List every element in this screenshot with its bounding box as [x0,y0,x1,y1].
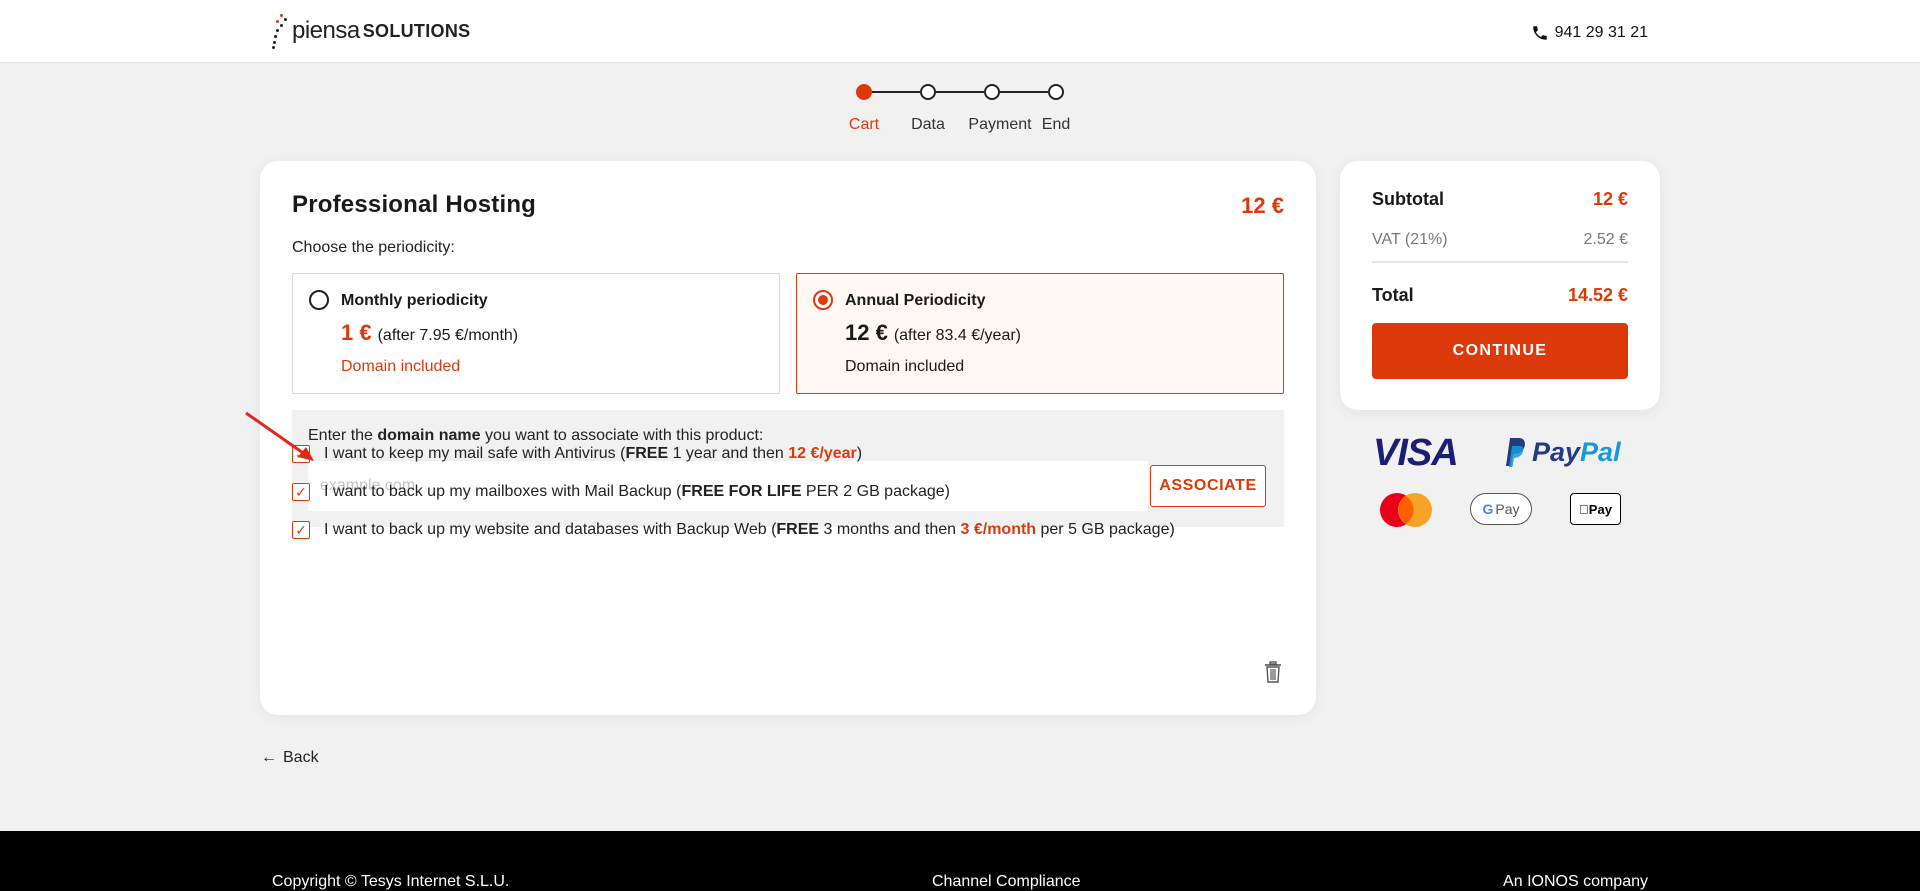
applepay-text: Pay [1583,501,1612,517]
step-connector [1000,91,1048,93]
associate-button[interactable]: ASSOCIATE [1150,465,1266,507]
addon-mail-backup-text: I want to back up my mailboxes with Mail… [324,483,950,500]
step-end-label: End [1041,116,1071,133]
step-data-label: Data [911,116,945,133]
step-data-dot [920,84,936,100]
addon-antivirus-text: I want to keep my mail safe with Antivir… [324,445,863,462]
total-label: Total [1372,285,1414,305]
addon-mail-backup[interactable]: ✓ I want to back up my mailboxes with Ma… [292,481,950,503]
monthly-radio[interactable] [309,290,329,310]
monthly-name: Monthly periodicity [341,292,488,309]
vat-row: VAT (21%) 2.52 € [1372,231,1628,249]
subtotal-row: Subtotal 12 € [1372,189,1628,210]
logo-text-light: piensa [292,17,360,44]
gpay-text: Pay [1495,501,1520,517]
annual-price-value: 12 € [845,320,888,345]
paypal-icon [1506,438,1525,467]
periodicity-label: Choose the periodicity: [292,239,455,256]
google-pay-logo: G Pay [1470,493,1532,525]
step-connector [936,91,984,93]
product-price: 12 € [1241,193,1284,218]
step-end-dot [1048,84,1064,100]
site-footer: Copyright © Tesys Internet S.L.U. Channe… [0,831,1920,891]
visa-logo: VISA [1373,432,1459,474]
step-payment-label: Payment [968,116,1032,133]
monthly-price-value: 1 € [341,320,372,345]
vat-label: VAT (21%) [1372,231,1448,248]
phone-number: 941 29 31 21 [1554,24,1648,41]
step-cart-dot [856,84,872,100]
logo-dots-icon [270,12,288,50]
arrow-left-icon: ← [261,749,277,766]
annual-name: Annual Periodicity [845,292,986,309]
addon-antivirus[interactable]: ✓ I want to keep my mail safe with Antiv… [292,443,862,465]
paypal-text-a: Pay [1532,436,1581,467]
step-payment-dot [984,84,1000,100]
apple-icon:  [1579,502,1589,517]
logo-text-bold: SOLUTIONS [362,20,471,41]
vat-value: 2.52 € [1583,231,1628,248]
subtotal-value: 12 € [1592,189,1628,209]
total-value: 14.52 € [1567,285,1628,305]
site-header: piensa SOLUTIONS 941 29 31 21 [0,0,1920,63]
addon-mail-backup-checkbox[interactable]: ✓ [292,483,310,501]
red-arrow-annotation-icon [245,411,314,461]
mastercard-logo-icon [1380,493,1432,527]
google-g-icon: G [1482,501,1494,517]
step-connector [872,91,920,93]
monthly-price-after: (after 7.95 €/month) [377,327,519,344]
addon-backup-web-checkbox[interactable]: ✓ [292,521,310,539]
addon-backup-web-text: I want to back up my website and databas… [324,521,1175,538]
annual-price-after: (after 83.4 €/year) [893,327,1021,344]
annual-domain-included: Domain included [845,358,965,375]
phone-icon [1532,26,1547,40]
periodicity-option-annual[interactable]: Annual Periodicity 12 € (after 83.4 €/yea… [796,273,1284,394]
subtotal-label: Subtotal [1372,189,1444,209]
paypal-logo: PayPal [1500,436,1621,468]
footer-copyright: Copyright © Tesys Internet S.L.U. [272,873,510,890]
back-label: Back [283,749,319,766]
domain-panel: Enter the domain name you want to associ… [292,410,1284,527]
product-title: Professional Hosting [292,191,537,218]
paypal-text-b: Pal [1580,436,1621,467]
domain-label-post: you want to associate with this product: [480,427,764,444]
step-cart-label: Cart [848,116,880,133]
annual-radio[interactable] [813,290,833,310]
monthly-domain-included: Domain included [341,358,461,375]
footer-company: An IONOS company [1503,873,1648,890]
monthly-price: 1 € (after 7.95 €/month) [341,320,518,346]
back-link[interactable]: ← Back [261,749,319,767]
summary-divider [1372,261,1628,263]
apple-pay-logo: Pay [1570,493,1621,525]
total-row: Total 14.52 € [1372,285,1628,306]
piensa-solutions-logo[interactable]: piensa SOLUTIONS [270,12,470,50]
domain-label-bold: domain name [377,427,481,444]
periodicity-option-monthly[interactable]: Monthly periodicity 1 € (after 7.95 €/mon… [292,273,780,394]
product-card: Professional Hosting 12 € Choose the per… [260,161,1316,715]
phone-contact[interactable]: 941 29 31 21 [1531,24,1648,42]
trash-icon[interactable] [1264,661,1282,683]
order-summary: Subtotal 12 € VAT (21%) 2.52 € Total 14.… [1340,161,1660,410]
checkout-stepper: Cart Data Payment End [848,82,1071,142]
continue-button[interactable]: CONTINUE [1372,323,1628,379]
addon-backup-web[interactable]: ✓ I want to back up my website and datab… [292,519,1175,541]
footer-compliance-link[interactable]: Channel Compliance [932,873,1081,891]
annual-price: 12 € (after 83.4 €/year) [845,320,1021,346]
